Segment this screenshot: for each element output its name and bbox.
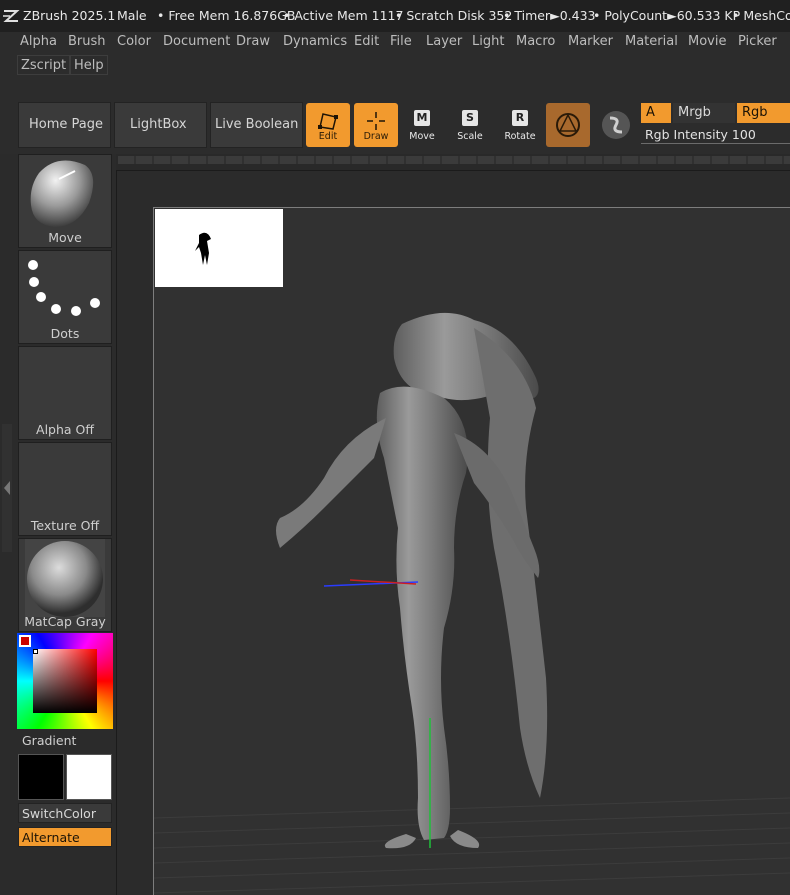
left-tray-handle[interactable] xyxy=(2,424,12,552)
menu-edit[interactable]: Edit xyxy=(351,32,382,52)
texture-slot[interactable]: Texture Off xyxy=(18,442,112,536)
menu-marker[interactable]: Marker xyxy=(565,32,616,52)
brush-label: Move xyxy=(48,230,82,245)
move-icon: M xyxy=(414,110,430,126)
lightbox-button[interactable]: LightBox xyxy=(114,102,207,148)
timer-readout: • Timer►0.433 xyxy=(503,8,596,23)
menu-brush[interactable]: Brush xyxy=(65,32,109,52)
material-label: MatCap Gray xyxy=(24,614,106,629)
app-version: ZBrush 2025.1 xyxy=(23,8,116,23)
menu-material[interactable]: Material xyxy=(622,32,681,52)
canvas-ruler xyxy=(118,156,790,164)
draw-mode-icon xyxy=(367,112,385,130)
active-mem-readout: • Active Mem 1117 xyxy=(283,8,404,23)
scale-button[interactable]: S Scale xyxy=(448,103,492,147)
meshcount-readout: • MeshCou xyxy=(732,8,790,23)
edit-mode-icon xyxy=(318,113,338,130)
color-marker[interactable] xyxy=(33,649,38,654)
live-boolean-button[interactable]: Live Boolean xyxy=(210,102,303,148)
project-name: Male xyxy=(117,8,147,23)
material-sphere-icon xyxy=(556,113,580,137)
scale-icon: S xyxy=(462,110,478,126)
collapse-arrow-icon xyxy=(4,481,10,495)
model-silhouette-icon xyxy=(195,232,211,265)
scratch-disk-readout: • Scratch Disk 352 xyxy=(395,8,513,23)
mrgb-toggle[interactable]: Mrgb xyxy=(673,103,735,123)
alpha-slot[interactable]: Alpha Off xyxy=(18,346,112,440)
menu-zscript[interactable]: Zscript xyxy=(17,55,71,75)
a-toggle[interactable]: A xyxy=(641,103,671,123)
material-sphere-button[interactable] xyxy=(546,103,590,147)
spotlight-icon xyxy=(602,111,630,139)
zbrush-logo-icon xyxy=(3,10,20,22)
dots-stroke-thumbnail xyxy=(28,260,100,316)
home-page-button[interactable]: Home Page xyxy=(18,102,111,148)
stroke-label: Dots xyxy=(50,326,80,341)
matcap-sphere-thumbnail xyxy=(25,539,105,617)
title-bar: ZBrush 2025.1 Male • Free Mem 16.876GB •… xyxy=(0,0,790,32)
scale-label: Scale xyxy=(457,131,483,142)
material-slot[interactable]: MatCap Gray xyxy=(18,538,112,632)
free-mem-readout: • Free Mem 16.876GB xyxy=(157,8,296,23)
menu-light[interactable]: Light xyxy=(469,32,507,52)
move-label: Move xyxy=(409,131,435,142)
rotate-icon: R xyxy=(512,110,528,126)
move-button[interactable]: M Move xyxy=(400,103,444,147)
edit-button[interactable]: Edit xyxy=(306,103,350,147)
color-picker[interactable] xyxy=(17,633,113,729)
menu-document[interactable]: Document xyxy=(160,32,233,52)
menu-movie[interactable]: Movie xyxy=(685,32,729,52)
draw-button[interactable]: Draw xyxy=(354,103,398,147)
scene xyxy=(154,312,790,894)
menu-layer[interactable]: Layer xyxy=(423,32,465,52)
hue-marker[interactable] xyxy=(19,635,31,647)
polycount-readout: • PolyCount►60.533 KP xyxy=(593,8,741,23)
creature-model xyxy=(276,312,548,849)
menu-macro[interactable]: Macro xyxy=(513,32,558,52)
menu-file[interactable]: File xyxy=(387,32,415,52)
rgb-toggle[interactable]: Rgb xyxy=(737,103,790,123)
alternate-button[interactable]: Alternate xyxy=(18,827,112,847)
brush-slot[interactable]: Move xyxy=(18,154,112,248)
menu-picker[interactable]: Picker xyxy=(735,32,780,52)
switch-color-button[interactable]: SwitchColor xyxy=(18,803,112,823)
stroke-slot[interactable]: Dots xyxy=(18,250,112,344)
menu-alpha[interactable]: Alpha xyxy=(17,32,60,52)
menu-color[interactable]: Color xyxy=(114,32,154,52)
menu-draw[interactable]: Draw xyxy=(233,32,273,52)
primary-color-swatch[interactable] xyxy=(18,754,64,800)
navigator-thumbnail[interactable] xyxy=(155,209,283,287)
menu-bar: Alpha Brush Color Document Draw Dynamics… xyxy=(0,32,790,80)
viewport-canvas[interactable] xyxy=(153,207,790,895)
rgb-intensity-slider[interactable]: Rgb Intensity 100 xyxy=(641,126,790,144)
alpha-label: Alpha Off xyxy=(36,422,94,437)
rotate-label: Rotate xyxy=(504,131,536,142)
menu-dynamics[interactable]: Dynamics xyxy=(280,32,350,52)
edit-label: Edit xyxy=(318,131,338,142)
draw-label: Draw xyxy=(363,131,389,142)
spotlight-button[interactable] xyxy=(594,103,638,147)
secondary-color-swatch[interactable] xyxy=(66,754,112,800)
texture-label: Texture Off xyxy=(30,518,100,533)
rotate-button[interactable]: R Rotate xyxy=(498,103,542,147)
color-saturation-square[interactable] xyxy=(33,649,97,713)
move-brush-thumbnail xyxy=(30,160,94,227)
menu-help[interactable]: Help xyxy=(70,55,108,75)
gradient-label[interactable]: Gradient xyxy=(22,733,76,748)
